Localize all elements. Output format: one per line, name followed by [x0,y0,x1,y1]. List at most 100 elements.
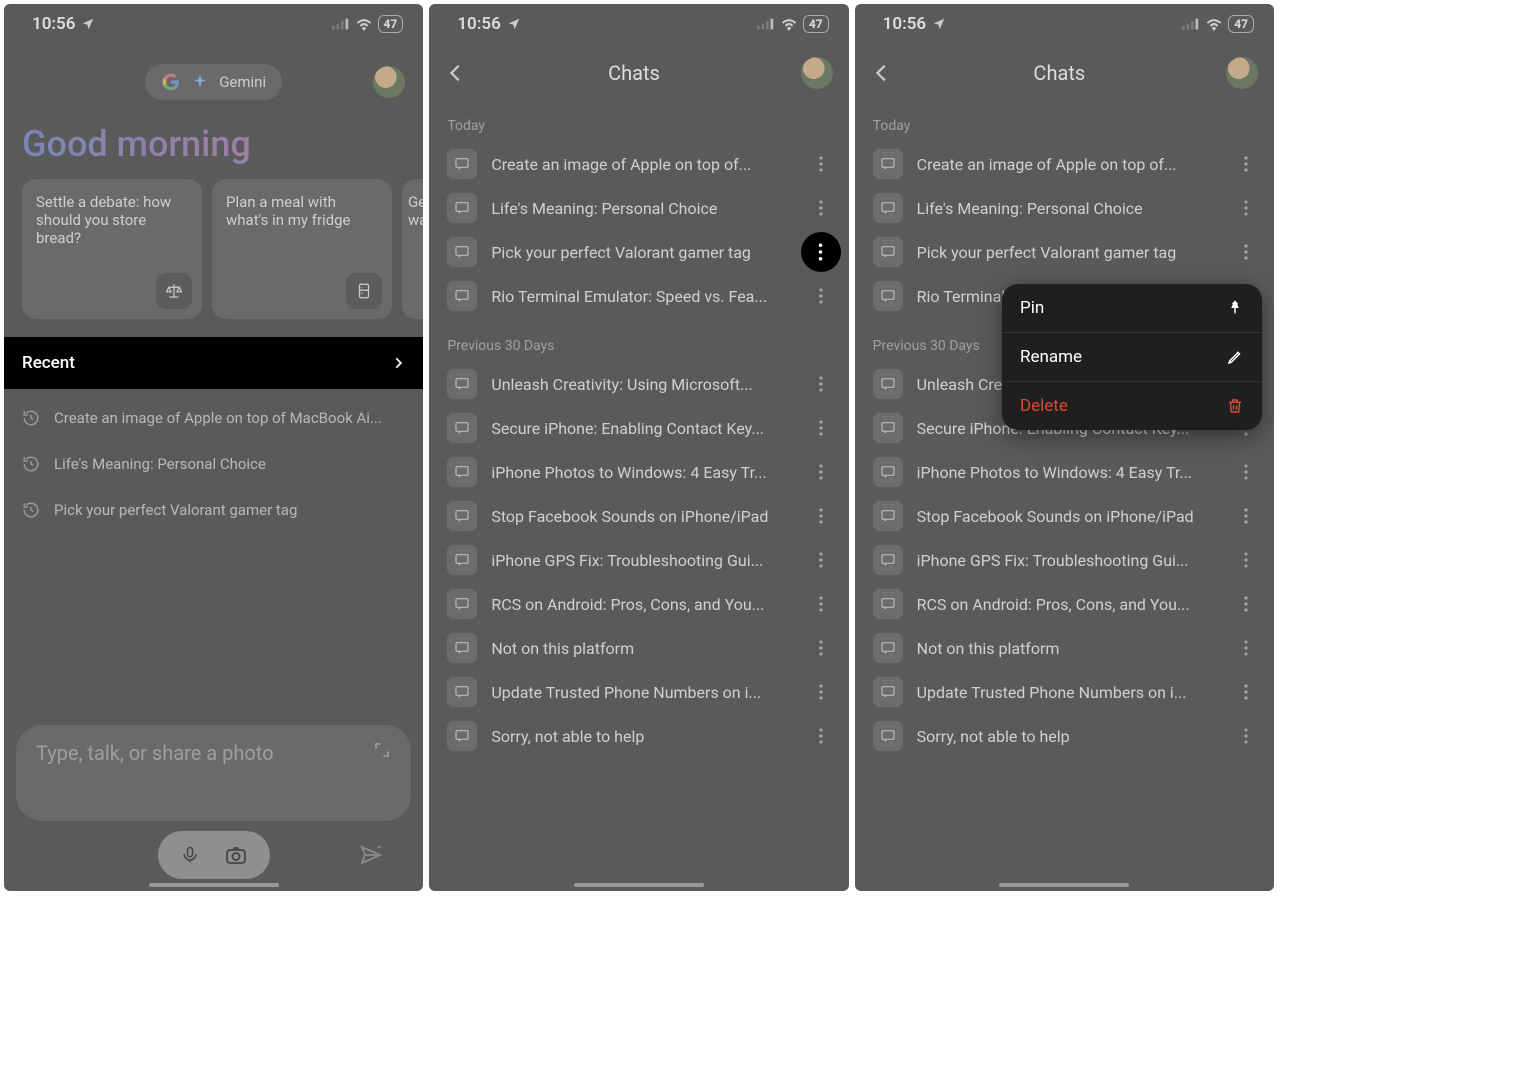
chat-item[interactable]: Sorry, not able to help [855,714,1274,758]
more-button-active[interactable] [801,232,841,272]
chat-item[interactable]: Secure iPhone: Enabling Contact Key... [429,406,848,450]
status-bar: 10:56 47 [4,4,423,44]
chat-item[interactable]: Not on this platform [429,626,848,670]
chat-title: iPhone Photos to Windows: 4 Easy Tr... [491,463,792,482]
send-icon[interactable] [359,843,383,867]
battery-level: 47 [803,15,829,33]
chat-icon [447,369,477,399]
chat-item[interactable]: Not on this platform [855,626,1274,670]
chat-item[interactable]: Update Trusted Phone Numbers on i... [429,670,848,714]
chat-item[interactable]: iPhone GPS Fix: Troubleshooting Gui... [855,538,1274,582]
google-g-icon [161,72,181,92]
more-button[interactable] [807,414,835,442]
location-arrow-icon [507,17,521,31]
expand-icon[interactable] [373,741,391,759]
chat-item[interactable]: Pick your perfect Valorant gamer tag [855,230,1274,274]
more-button[interactable] [807,546,835,574]
chat-item[interactable]: RCS on Android: Pros, Cons, and You... [855,582,1274,626]
mic-icon[interactable] [180,843,200,867]
signal-icon [757,18,775,30]
more-button[interactable] [807,458,835,486]
menu-delete[interactable]: Delete [1002,382,1262,430]
chat-item[interactable]: Unleash Creativity: Using Microsoft... [429,362,848,406]
more-button[interactable] [807,678,835,706]
suggestion-card[interactable]: Plan a meal with what's in my fridge [212,179,392,319]
chat-item[interactable]: Pick your perfect Valorant gamer tag [429,230,848,274]
more-button[interactable] [1232,546,1260,574]
recent-item[interactable]: Life's Meaning: Personal Choice [22,441,405,487]
chat-title: Life's Meaning: Personal Choice [491,199,792,218]
chat-item[interactable]: Sorry, not able to help [429,714,848,758]
recent-list: Create an image of Apple on top of MacBo… [4,389,423,539]
status-bar: 10:56 47 [855,4,1274,44]
chat-title: Pick your perfect Valorant gamer tag [491,243,786,262]
chat-item[interactable]: Life's Meaning: Personal Choice [429,186,848,230]
chat-item[interactable]: iPhone Photos to Windows: 4 Easy Tr... [429,450,848,494]
avatar[interactable] [1226,57,1258,89]
more-button[interactable] [1232,678,1260,706]
more-button[interactable] [807,282,835,310]
more-button[interactable] [807,194,835,222]
chat-icon [873,633,903,663]
screen-home: 10:56 47 Gemini Good morning Settle a de… [4,4,423,891]
chat-icon [873,237,903,267]
avatar[interactable] [801,57,833,89]
prompt-input[interactable]: Type, talk, or share a photo [16,725,411,821]
chat-title: Secure iPhone: Enabling Contact Key... [491,419,792,438]
more-button[interactable] [1232,150,1260,178]
suggestion-card[interactable]: Ge wa [402,179,423,319]
chat-item[interactable]: iPhone Photos to Windows: 4 Easy Tr... [855,450,1274,494]
back-button[interactable] [445,62,467,84]
chat-item[interactable]: Rio Terminal Emulator: Speed vs. Fea... [429,274,848,318]
wifi-icon [1205,18,1223,31]
more-button[interactable] [1232,722,1260,750]
menu-label: Pin [1020,298,1044,318]
more-button[interactable] [1232,458,1260,486]
chat-item[interactable]: Create an image of Apple on top of... [429,142,848,186]
more-button[interactable] [807,502,835,530]
more-button[interactable] [807,370,835,398]
chat-item[interactable]: Stop Facebook Sounds on iPhone/iPad [855,494,1274,538]
more-button[interactable] [1232,502,1260,530]
menu-rename[interactable]: Rename [1002,333,1262,382]
chat-item[interactable]: Create an image of Apple on top of... [855,142,1274,186]
more-button[interactable] [1232,194,1260,222]
section-label: Today [429,98,848,142]
chat-item[interactable]: iPhone GPS Fix: Troubleshooting Gui... [429,538,848,582]
chat-item[interactable]: RCS on Android: Pros, Cons, and You... [429,582,848,626]
more-button[interactable] [807,634,835,662]
avatar[interactable] [373,66,405,98]
more-button[interactable] [807,722,835,750]
page-title: Chats [1033,61,1085,85]
menu-pin[interactable]: Pin [1002,284,1262,333]
more-button[interactable] [807,590,835,618]
chat-item[interactable]: Update Trusted Phone Numbers on i... [855,670,1274,714]
suggestion-card[interactable]: Settle a debate: how should you store br… [22,179,202,319]
recent-header[interactable]: Recent [4,337,423,389]
chat-icon [447,501,477,531]
more-button[interactable] [1232,590,1260,618]
recent-item[interactable]: Create an image of Apple on top of MacBo… [22,395,405,441]
bottom-toolbar [4,831,423,879]
gemini-label: Gemini [219,73,266,91]
chat-item[interactable]: Life's Meaning: Personal Choice [855,186,1274,230]
status-bar: 10:56 47 [429,4,848,44]
input-placeholder: Type, talk, or share a photo [36,741,274,765]
app-switcher-pill[interactable]: Gemini [145,64,282,100]
back-button[interactable] [871,62,893,84]
chat-item[interactable]: Stop Facebook Sounds on iPhone/iPad [429,494,848,538]
more-button[interactable] [807,150,835,178]
chat-title: Stop Facebook Sounds on iPhone/iPad [917,507,1218,526]
signal-icon [1182,18,1200,30]
chat-icon [447,457,477,487]
chat-title: iPhone GPS Fix: Troubleshooting Gui... [491,551,792,570]
recent-title: Life's Meaning: Personal Choice [54,455,266,473]
history-icon [22,501,40,519]
recent-item[interactable]: Pick your perfect Valorant gamer tag [22,487,405,533]
more-button[interactable] [1232,238,1260,266]
more-button[interactable] [1232,634,1260,662]
recent-title: Create an image of Apple on top of MacBo… [54,409,382,427]
chat-icon [447,149,477,179]
signal-icon [332,18,350,30]
camera-icon[interactable] [224,843,248,867]
